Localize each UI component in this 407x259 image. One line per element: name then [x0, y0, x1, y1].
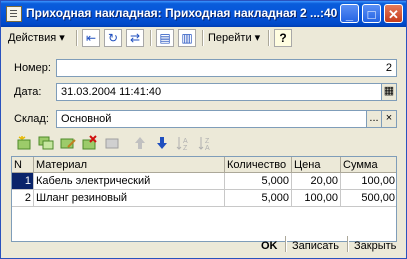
arrow-up-icon[interactable]	[132, 135, 148, 151]
actions-menu[interactable]: Действия ▾	[8, 29, 65, 47]
table-cell-n[interactable]: 1	[12, 173, 34, 190]
table-cell-quantity[interactable]: 5,000	[225, 173, 292, 190]
column-header-price[interactable]: Цена	[292, 157, 341, 173]
chevron-down-icon: ▾	[59, 32, 65, 44]
number-field[interactable]: 2	[56, 59, 397, 77]
table-cell-n[interactable]: 2	[12, 190, 34, 207]
table-cell-material[interactable]: Шланг резиновый	[34, 190, 225, 207]
copy-row-icon[interactable]	[38, 135, 54, 151]
delete-row-icon[interactable]	[82, 135, 98, 151]
title-bar[interactable]: Приходная накладная: Приходная накладная…	[1, 1, 406, 27]
table-cell-quantity[interactable]: 5,000	[225, 190, 292, 207]
close-window-button[interactable]: ✕	[384, 4, 403, 23]
close-button[interactable]: Закрыть	[354, 237, 396, 255]
table-cell-price[interactable]: 20,00	[292, 173, 341, 190]
table-cell-material[interactable]: Кабель электрический	[34, 173, 225, 190]
toolbar-separator	[202, 30, 204, 46]
materials-table[interactable]: N Материал Количество Цена Сумма 1 Кабел…	[11, 156, 397, 242]
goto-menu[interactable]: Перейти ▾	[208, 29, 260, 47]
footer-separator	[347, 236, 349, 252]
calendar-icon[interactable]: ▦	[381, 83, 397, 101]
document-journal-icon[interactable]: ▥	[178, 29, 196, 47]
toolbar-separator	[268, 30, 270, 46]
document-icon	[6, 6, 22, 22]
date-field[interactable]: 31.03.2004 11:41:40	[56, 83, 382, 101]
save-button[interactable]: Записать	[292, 237, 339, 255]
sort-ascending-icon[interactable]: AZ	[176, 135, 192, 152]
document-refresh-icon[interactable]: ↻	[104, 29, 122, 47]
column-header-material[interactable]: Материал	[34, 157, 225, 173]
sort-descending-icon[interactable]: ZA	[198, 135, 214, 152]
table-cell-sum[interactable]: 500,00	[341, 190, 396, 207]
add-row-icon[interactable]	[16, 135, 32, 151]
toolbar: Действия ▾ ⇤ ↻ ⇄ ▤ ▥ Перейти ▾ ?	[4, 27, 404, 49]
actions-label: Действия	[8, 32, 57, 44]
warehouse-field[interactable]: Основной	[56, 110, 367, 128]
swap-icon[interactable]: ⇄	[126, 29, 144, 47]
arrow-down-icon[interactable]	[154, 135, 170, 151]
svg-text:Z: Z	[205, 138, 210, 145]
column-header-n[interactable]: N	[12, 157, 34, 173]
window-title: Приходная накладная: Приходная накладная…	[26, 6, 338, 20]
svg-text:Z: Z	[183, 145, 188, 151]
date-label: Дата:	[14, 86, 42, 98]
edit-row-icon[interactable]	[60, 135, 76, 151]
ok-button[interactable]: OK	[261, 237, 278, 255]
move-first-icon[interactable]: ⇤	[82, 29, 100, 47]
svg-text:A: A	[183, 138, 188, 145]
toolbar-separator	[150, 30, 152, 46]
table-cell-sum[interactable]: 100,00	[341, 173, 396, 190]
column-header-quantity[interactable]: Количество	[225, 157, 292, 173]
maximize-button[interactable]: □	[362, 4, 381, 23]
chevron-down-icon: ▾	[254, 32, 261, 44]
column-header-sum[interactable]: Сумма	[341, 157, 396, 173]
end-edit-icon[interactable]	[104, 135, 120, 151]
svg-text:A: A	[205, 145, 210, 151]
toolbar-separator	[76, 30, 78, 46]
number-label: Номер:	[14, 62, 51, 74]
warehouse-label: Склад:	[14, 113, 49, 125]
footer-separator	[285, 236, 287, 252]
footer-bar: OK Записать Закрыть	[1, 233, 406, 258]
goto-label: Перейти	[208, 32, 252, 44]
minimize-button[interactable]: _	[340, 4, 359, 23]
post-document-icon[interactable]: ▤	[156, 29, 174, 47]
clear-button[interactable]: ×	[381, 110, 397, 128]
select-button[interactable]: ...	[366, 110, 382, 128]
table-cell-price[interactable]: 100,00	[292, 190, 341, 207]
help-icon[interactable]: ?	[274, 29, 292, 47]
document-window: Приходная накладная: Приходная накладная…	[0, 0, 407, 259]
